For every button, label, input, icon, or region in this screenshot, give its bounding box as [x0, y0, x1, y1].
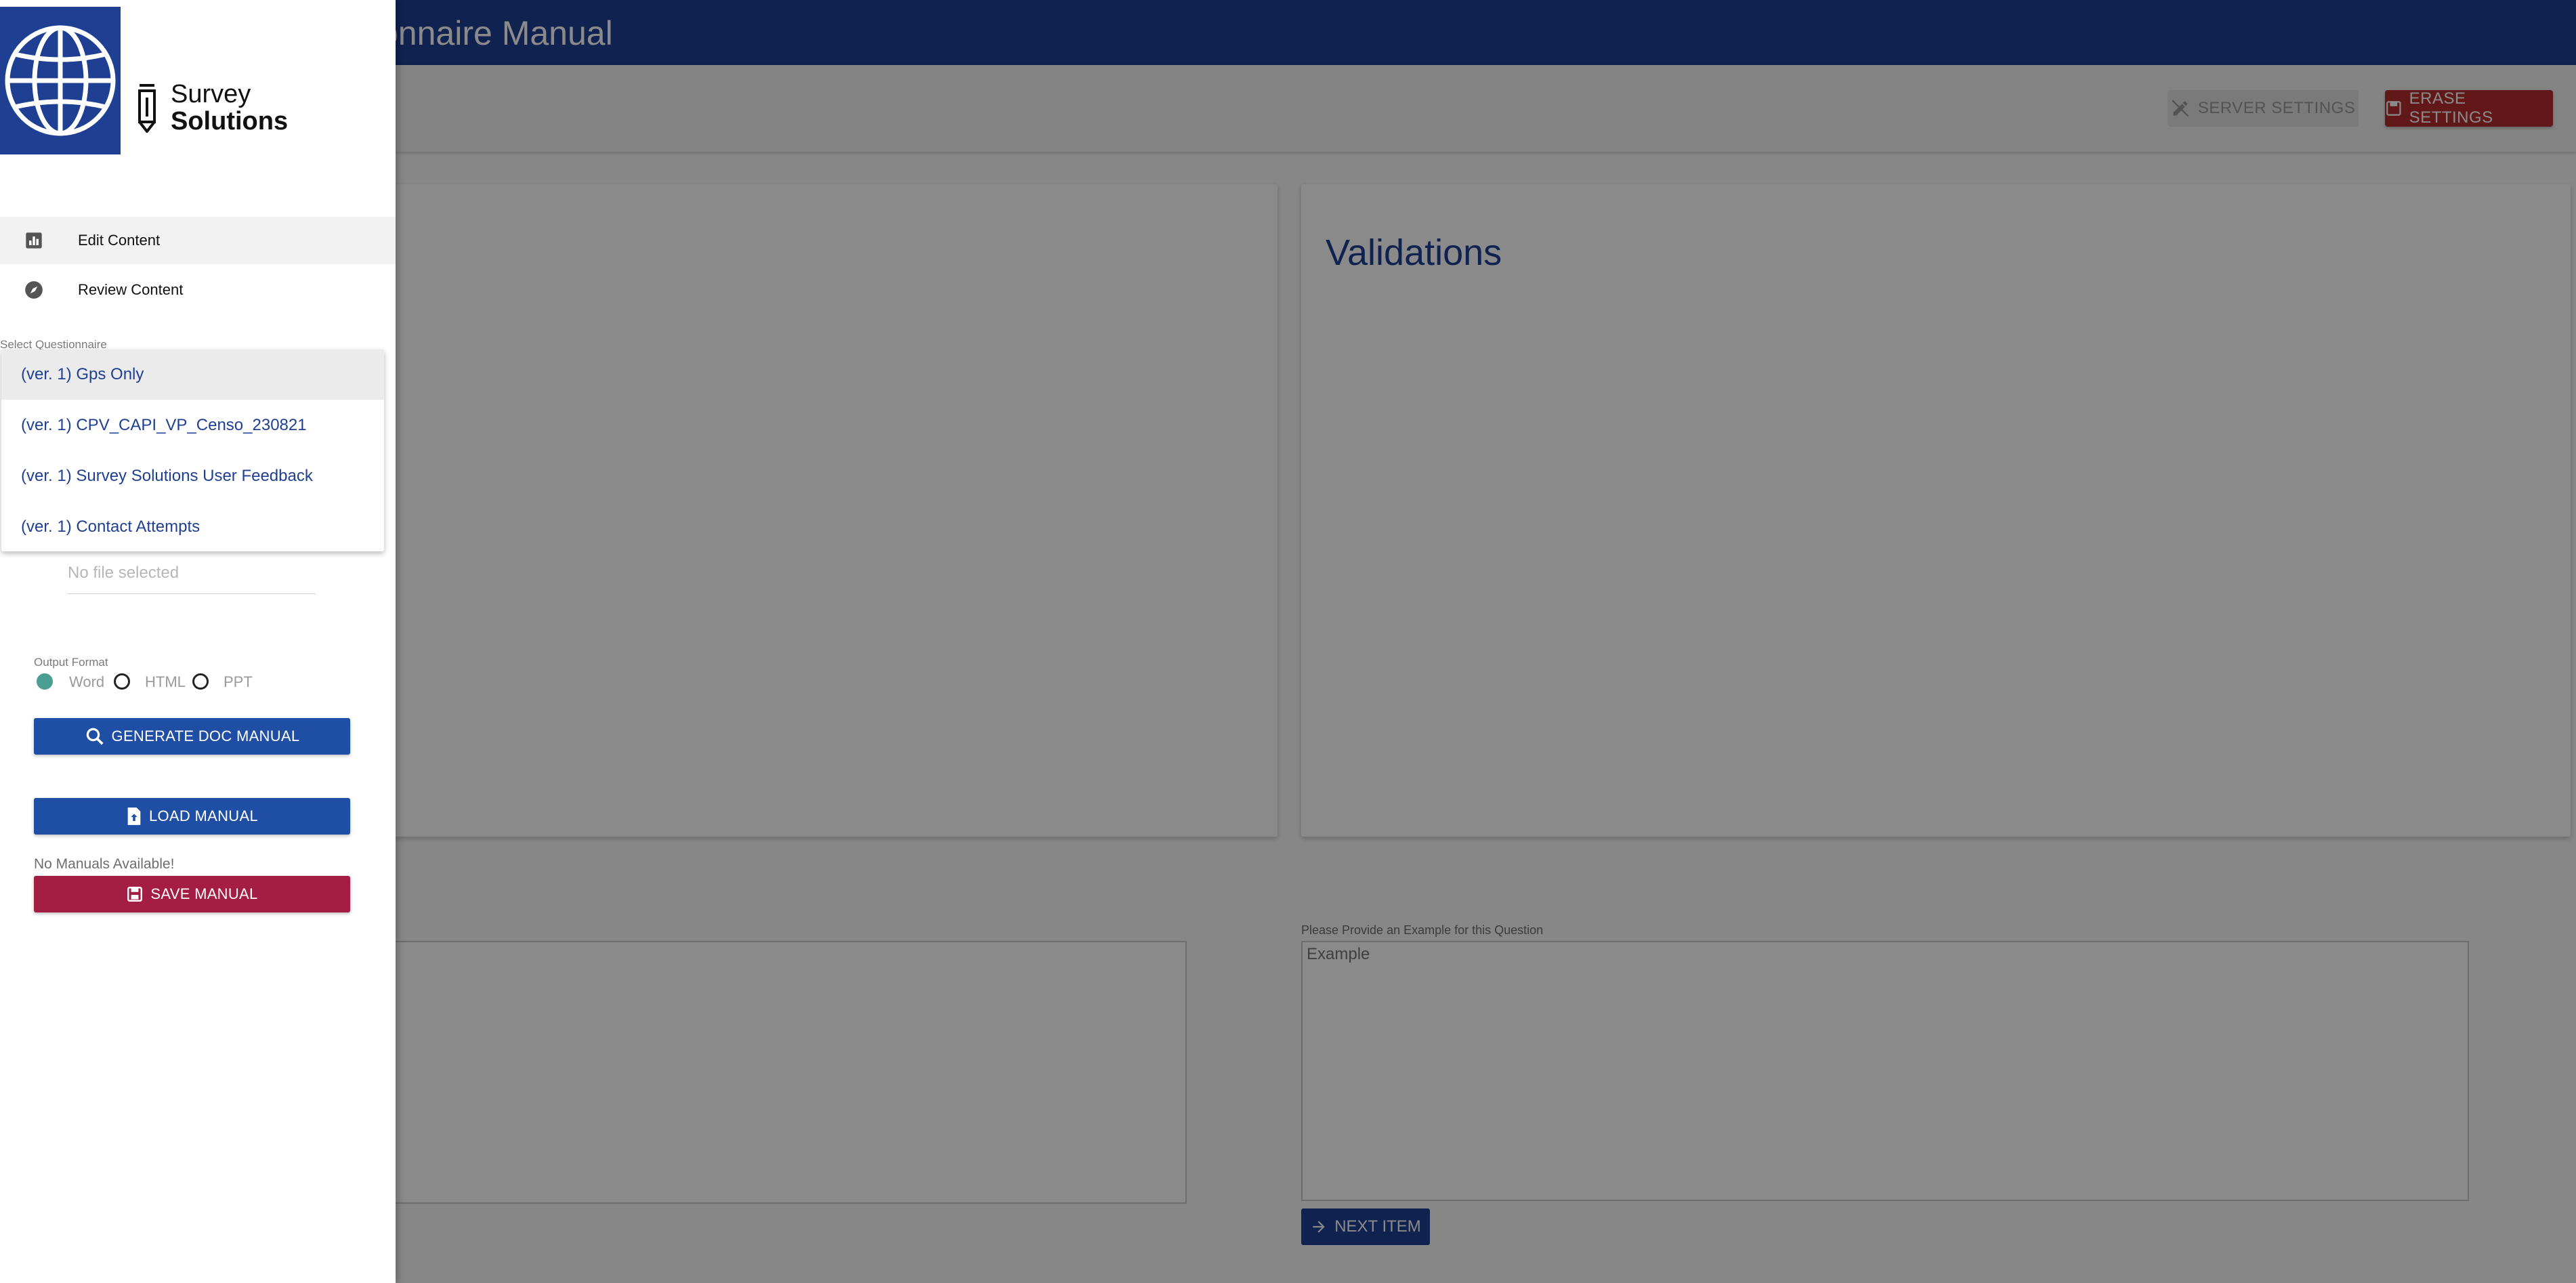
generate-doc-manual-button[interactable]: GENERATE DOC MANUAL — [34, 718, 350, 755]
side-drawer: Survey Solutions Edit Content Review Con… — [0, 0, 396, 1283]
file-input[interactable]: No file selected — [68, 564, 179, 583]
generate-doc-manual-label: GENERATE DOC MANUAL — [111, 728, 300, 744]
questionnaire-option-label: (ver. 1) CPV_CAPI_VP_Censo_230821 — [21, 416, 307, 434]
nav-item-edit-content[interactable]: Edit Content — [0, 217, 396, 264]
questionnaire-dropdown-menu: (ver. 1) Gps Only (ver. 1) CPV_CAPI_VP_C… — [1, 350, 384, 551]
radio-html[interactable] — [114, 673, 130, 690]
radio-word[interactable] — [37, 673, 53, 690]
load-manual-button[interactable]: LOAD MANUAL — [34, 798, 350, 835]
nav-item-review-content[interactable]: Review Content — [0, 266, 396, 314]
search-icon — [86, 728, 104, 745]
questionnaire-option[interactable]: (ver. 1) Contact Attempts — [1, 502, 384, 552]
survey-solutions-logo-icon — [138, 84, 156, 133]
questionnaire-option-label: (ver. 1) Contact Attempts — [21, 518, 200, 536]
compass-icon — [25, 281, 43, 299]
load-manual-label: LOAD MANUAL — [148, 807, 258, 824]
bar-chart-icon — [26, 232, 42, 249]
no-manuals-text: No Manuals Available! — [34, 856, 175, 872]
questionnaire-option[interactable]: (ver. 1) CPV_CAPI_VP_Censo_230821 — [1, 400, 384, 450]
brand-solutions-text: Solutions — [171, 107, 289, 135]
radio-ppt[interactable] — [192, 673, 209, 690]
save-manual-label: SAVE MANUAL — [150, 885, 258, 902]
nav-review-label: Review Content — [78, 281, 184, 298]
nav-edit-label: Edit Content — [78, 232, 161, 249]
radio-ppt-label: PPT — [224, 673, 253, 690]
file-upload-icon — [127, 807, 141, 825]
output-format-label: Output Format — [34, 656, 108, 669]
questionnaire-option-label: (ver. 1) Survey Solutions User Feedback — [21, 467, 313, 485]
radio-word-label: Word — [69, 673, 105, 690]
questionnaire-option[interactable]: (ver. 1) Survey Solutions User Feedback — [1, 451, 384, 501]
world-bank-logo — [0, 7, 121, 154]
save-manual-button[interactable]: SAVE MANUAL — [34, 876, 350, 912]
brand-survey-text: Survey — [171, 80, 251, 108]
globe-icon — [5, 25, 116, 136]
radio-html-label: HTML — [145, 673, 186, 690]
questionnaire-option[interactable]: (ver. 1) Gps Only — [1, 350, 384, 400]
questionnaire-option-label: (ver. 1) Gps Only — [21, 365, 144, 383]
save-icon — [127, 887, 143, 902]
file-input-underline — [68, 593, 316, 594]
